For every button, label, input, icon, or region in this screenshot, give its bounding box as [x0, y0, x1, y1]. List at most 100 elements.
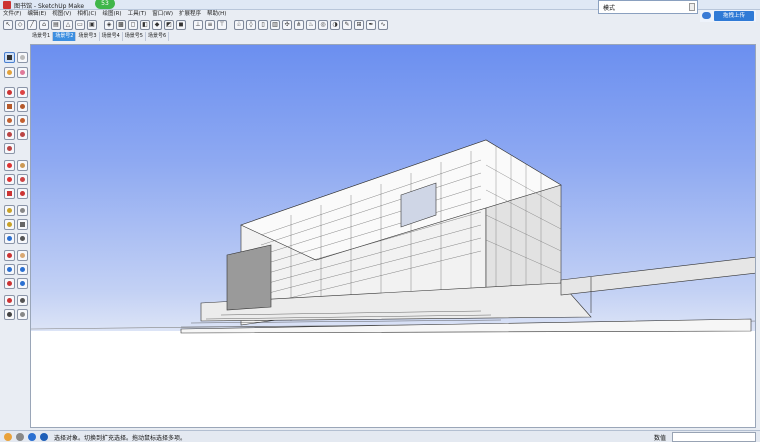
menu-file[interactable]: 文件(F)	[3, 10, 21, 18]
brush-icon[interactable]: ✎	[342, 19, 352, 30]
previous-view-icon[interactable]	[17, 278, 28, 289]
cloud-icon	[702, 12, 711, 19]
target-icon[interactable]: ◎	[318, 19, 328, 30]
upload-button[interactable]: 拖拽上传	[714, 11, 754, 21]
protractor-icon[interactable]	[4, 219, 15, 230]
tab-scene-2[interactable]: 场景号2	[53, 32, 77, 41]
tab-scene-6[interactable]: 场景号6	[146, 32, 170, 41]
tab-scene-5[interactable]: 场景号5	[123, 32, 146, 41]
orbit-icon[interactable]	[4, 250, 15, 261]
flame-icon[interactable]: ♨	[306, 19, 316, 30]
menu-edit[interactable]: 编辑(E)	[27, 10, 46, 18]
hidden-line-icon[interactable]: ◧	[140, 19, 150, 30]
app-logo-icon	[3, 1, 11, 9]
select-tool-icon[interactable]	[4, 52, 15, 63]
model-viewport[interactable]	[30, 44, 756, 428]
zoom-icon[interactable]	[4, 264, 15, 275]
help-icon[interactable]	[40, 433, 48, 441]
stack-icon[interactable]: ⊤	[217, 19, 227, 30]
arc-2pt-icon[interactable]	[17, 129, 28, 140]
measurements-label: 数值	[654, 435, 667, 442]
menu-camera[interactable]: 相机(C)	[77, 10, 96, 18]
rectangle-icon[interactable]	[4, 101, 15, 112]
text-tool-icon[interactable]	[17, 219, 28, 230]
make-component-icon[interactable]	[17, 52, 28, 63]
menu-view[interactable]: 视图(V)	[52, 10, 71, 18]
shield-icon[interactable]: ◊	[246, 19, 256, 30]
xray-icon[interactable]: ◈	[104, 19, 114, 30]
mode-scroll-handle[interactable]	[689, 3, 695, 11]
menu-tools[interactable]: 工具(T)	[128, 10, 147, 18]
status-bar: 选择对象。切换到扩充选择。拖动鼠标选择多项。 数值	[0, 430, 760, 442]
back-edges-icon[interactable]: ▩	[116, 19, 126, 30]
circle-icon[interactable]	[4, 115, 15, 126]
pen-icon[interactable]: ✒	[366, 19, 376, 30]
align-icon[interactable]: ⊥	[193, 19, 203, 30]
shaded-icon[interactable]: ◆	[152, 19, 162, 30]
circle-alt-icon[interactable]	[17, 115, 28, 126]
section-plane-icon[interactable]	[17, 309, 28, 320]
look-around-icon[interactable]	[17, 295, 28, 306]
geo-location-icon[interactable]	[4, 433, 12, 441]
house-icon[interactable]: △	[63, 19, 73, 30]
arc-icon[interactable]	[4, 129, 15, 140]
axes-icon[interactable]	[4, 233, 15, 244]
rotate-icon[interactable]	[4, 174, 15, 185]
upload-area: 拖拽上传	[700, 10, 756, 22]
polygon-icon[interactable]	[17, 101, 28, 112]
freehand-icon[interactable]	[17, 87, 28, 98]
wave-icon[interactable]: ∿	[378, 19, 388, 30]
book-icon[interactable]: ▥	[270, 19, 280, 30]
offset-icon[interactable]	[17, 188, 28, 199]
notification-badge[interactable]: 53	[95, 0, 115, 9]
wireframe-icon[interactable]: ◻	[128, 19, 138, 30]
push-pull-tool-icon[interactable]	[17, 160, 28, 171]
credits-icon[interactable]	[16, 433, 24, 441]
scatter-icon[interactable]: ✣	[282, 19, 292, 30]
cylinder-icon[interactable]: ▯	[258, 19, 268, 30]
iso-view-icon[interactable]: ▣	[87, 19, 97, 30]
dimension-icon[interactable]	[17, 205, 28, 216]
front-view-icon[interactable]: ▭	[75, 19, 85, 30]
menu-window[interactable]: 窗口(W)	[152, 10, 173, 18]
menu-extensions[interactable]: 扩展程序	[179, 10, 201, 18]
fork-icon[interactable]: ⋔	[294, 19, 304, 30]
gauge-icon[interactable]: ◑	[330, 19, 340, 30]
status-hint: 选择对象。切换到扩充选择。拖动鼠标选择多项。	[54, 435, 187, 442]
paint-bucket-icon[interactable]	[4, 67, 15, 78]
menu-help[interactable]: 帮助(H)	[207, 10, 226, 18]
measurements-input[interactable]	[672, 432, 756, 442]
pan-icon[interactable]	[17, 250, 28, 261]
scale-icon[interactable]	[4, 188, 15, 199]
menu-bar: 文件(F) 编辑(E) 视图(V) 相机(C) 绘图(R) 工具(T) 窗口(W…	[0, 10, 600, 18]
menu-draw[interactable]: 绘图(R)	[102, 10, 121, 18]
pie-icon[interactable]	[4, 143, 15, 154]
grid-icon[interactable]: ⊞	[354, 19, 364, 30]
follow-me-icon[interactable]	[17, 174, 28, 185]
monochrome-icon[interactable]: ◼	[176, 19, 186, 30]
3d-text-icon[interactable]	[17, 233, 28, 244]
distribute-icon[interactable]: ≡	[205, 19, 215, 30]
position-camera-icon[interactable]	[4, 295, 15, 306]
move-icon[interactable]	[4, 160, 15, 171]
home-icon[interactable]: ⌂	[39, 19, 49, 30]
push-pull-icon[interactable]: ▤	[51, 19, 61, 30]
zoom-window-icon[interactable]	[17, 264, 28, 275]
mode-input[interactable]: 模式	[598, 0, 698, 14]
line-icon[interactable]: ╱	[27, 19, 37, 30]
tab-scene-3[interactable]: 场景号3	[76, 32, 100, 41]
eraser-icon[interactable]: ◇	[15, 19, 25, 30]
shaded-texture-icon[interactable]: ◩	[164, 19, 174, 30]
tab-scene-4[interactable]: 场景号4	[100, 32, 123, 41]
leaf-icon[interactable]: ♧	[234, 19, 244, 30]
window-title: 图书馆 - SketchUp Make	[14, 3, 85, 10]
pencil-icon[interactable]	[4, 87, 15, 98]
select-icon[interactable]: ↖	[3, 19, 13, 30]
tool-palette	[2, 52, 30, 322]
walk-icon[interactable]	[4, 309, 15, 320]
tab-scene-1[interactable]: 场景号1	[30, 32, 54, 41]
eraser-tool-icon[interactable]	[17, 67, 28, 78]
user-icon[interactable]	[28, 433, 36, 441]
zoom-extents-icon[interactable]	[4, 278, 15, 289]
tape-measure-icon[interactable]	[4, 205, 15, 216]
